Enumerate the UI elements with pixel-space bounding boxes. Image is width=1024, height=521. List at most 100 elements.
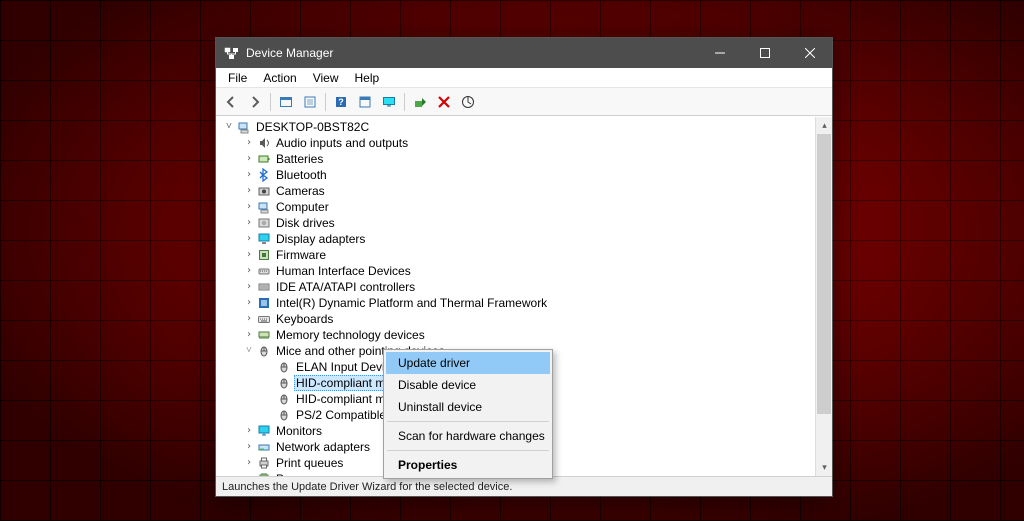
tree-category[interactable]: ›Computer <box>222 199 832 215</box>
tree-item-label: IDE ATA/ATAPI controllers <box>274 279 417 295</box>
tree-category[interactable]: › Firmware <box>222 247 832 263</box>
tree-category[interactable]: › Audio inputs and outputs <box>222 135 832 151</box>
scroll-thumb[interactable] <box>817 134 831 414</box>
expander-icon[interactable]: › <box>242 471 256 476</box>
monitor-icon <box>256 423 272 439</box>
tree-item-label: Memory technology devices <box>274 327 427 343</box>
maximize-button[interactable] <box>742 38 787 68</box>
hid-icon <box>256 263 272 279</box>
mouse-icon <box>256 343 272 359</box>
tree-category[interactable]: ›Disk drives <box>222 215 832 231</box>
ctx-disable-device[interactable]: Disable device <box>386 374 550 396</box>
menu-help[interactable]: Help <box>347 69 388 87</box>
mouse-icon <box>276 391 292 407</box>
properties-sheet-button[interactable] <box>299 91 321 113</box>
ctx-scan-hardware[interactable]: Scan for hardware changes <box>386 425 550 447</box>
memory-icon <box>256 327 272 343</box>
tree-item-label: Bluetooth <box>274 167 329 183</box>
uninstall-button[interactable] <box>433 91 455 113</box>
display-icon <box>256 231 272 247</box>
print-icon <box>256 455 272 471</box>
help-button[interactable]: ? <box>330 91 352 113</box>
expander-icon[interactable]: › <box>242 135 256 151</box>
scroll-up-icon[interactable]: ▴ <box>816 117 832 134</box>
expander-icon[interactable]: › <box>242 263 256 279</box>
tree-category[interactable]: › Bluetooth <box>222 167 832 183</box>
ctx-update-driver[interactable]: Update driver <box>386 352 550 374</box>
app-icon <box>224 45 240 61</box>
tree-item-label: Human Interface Devices <box>274 263 413 279</box>
update-driver-button[interactable] <box>409 91 431 113</box>
ctx-properties[interactable]: Properties <box>386 454 550 476</box>
expander-icon[interactable]: ˅ <box>222 119 236 135</box>
audio-icon <box>256 135 272 151</box>
menu-action[interactable]: Action <box>255 69 304 87</box>
monitor-button[interactable] <box>378 91 400 113</box>
tree-root[interactable]: ˅ DESKTOP-0BST82C <box>222 119 832 135</box>
expander-icon[interactable]: › <box>242 327 256 343</box>
intel-icon <box>256 295 272 311</box>
tree-item-label: Processors <box>274 471 338 476</box>
expander-icon[interactable]: › <box>242 423 256 439</box>
tree-category[interactable]: › IDE ATA/ATAPI controllers <box>222 279 832 295</box>
ctx-uninstall-device[interactable]: Uninstall device <box>386 396 550 418</box>
tree-item-label: Audio inputs and outputs <box>274 135 410 151</box>
expander-icon[interactable]: › <box>242 279 256 295</box>
tree-category[interactable]: › Memory technology devices <box>222 327 832 343</box>
expander-icon[interactable]: › <box>242 151 256 167</box>
menu-view[interactable]: View <box>305 69 347 87</box>
vertical-scrollbar[interactable]: ▴ ▾ <box>815 117 832 476</box>
expander-icon[interactable]: › <box>242 455 256 471</box>
expander-icon[interactable]: › <box>242 311 256 327</box>
expander-icon[interactable]: › <box>242 215 256 231</box>
tree-item-label: Keyboards <box>274 311 335 327</box>
expander-icon[interactable]: › <box>242 199 256 215</box>
ctx-separator <box>387 421 549 422</box>
computer-icon <box>236 119 252 135</box>
expander-icon[interactable]: › <box>242 231 256 247</box>
menubar: File Action View Help <box>216 68 832 88</box>
processor-icon <box>256 471 272 476</box>
tree-category[interactable]: › Batteries <box>222 151 832 167</box>
ctx-separator <box>387 450 549 451</box>
minimize-button[interactable] <box>697 38 742 68</box>
tree-item-label: Monitors <box>274 423 324 439</box>
tree-category[interactable]: › Keyboards <box>222 311 832 327</box>
show-hidden-button[interactable] <box>275 91 297 113</box>
properties-button[interactable] <box>354 91 376 113</box>
context-menu: Update driver Disable device Uninstall d… <box>383 349 553 479</box>
toolbar: ? <box>216 88 832 116</box>
ide-icon <box>256 279 272 295</box>
svg-text:?: ? <box>338 97 344 107</box>
mouse-icon <box>276 407 292 423</box>
expander-icon[interactable]: › <box>242 183 256 199</box>
status-text: Launches the Update Driver Wizard for th… <box>222 481 512 493</box>
titlebar[interactable]: Device Manager <box>216 38 832 68</box>
menu-file[interactable]: File <box>220 69 255 87</box>
scan-hardware-button[interactable] <box>457 91 479 113</box>
network-icon <box>256 439 272 455</box>
tree-item-label: Firmware <box>274 247 328 263</box>
expander-icon[interactable]: ˅ <box>242 343 256 359</box>
bluetooth-icon <box>256 167 272 183</box>
back-button[interactable] <box>220 91 242 113</box>
tree-category[interactable]: ›Cameras <box>222 183 832 199</box>
mouse-icon <box>276 359 292 375</box>
expander-icon[interactable]: › <box>242 439 256 455</box>
close-button[interactable] <box>787 38 832 68</box>
tree-category[interactable]: › Human Interface Devices <box>222 263 832 279</box>
expander-icon[interactable]: › <box>242 247 256 263</box>
firmware-icon <box>256 247 272 263</box>
tree-item-label: Batteries <box>274 151 325 167</box>
scroll-down-icon[interactable]: ▾ <box>816 459 832 476</box>
status-bar: Launches the Update Driver Wizard for th… <box>216 476 832 496</box>
disk-icon <box>256 215 272 231</box>
keyboard-icon <box>256 311 272 327</box>
tree-category[interactable]: ›Intel(R) Dynamic Platform and Thermal F… <box>222 295 832 311</box>
forward-button[interactable] <box>244 91 266 113</box>
tree-item-label: Print queues <box>274 455 345 471</box>
tree-category[interactable]: ›Display adapters <box>222 231 832 247</box>
expander-icon[interactable]: › <box>242 167 256 183</box>
expander-icon[interactable]: › <box>242 295 256 311</box>
tree-item-label: DESKTOP-0BST82C <box>254 119 371 135</box>
